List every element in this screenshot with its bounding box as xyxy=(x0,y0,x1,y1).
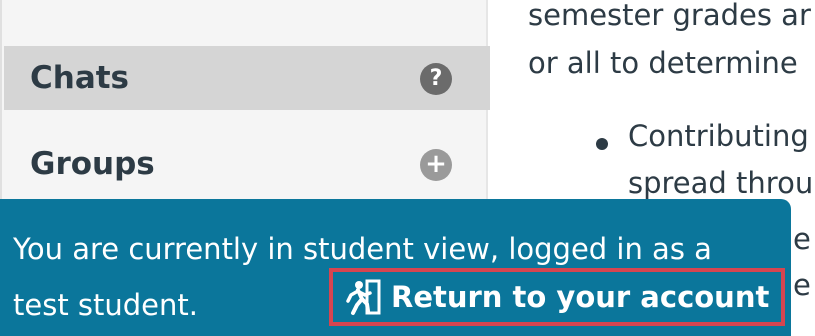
help-icon[interactable]: ? xyxy=(420,63,452,95)
running-person-icon xyxy=(346,279,381,315)
sidebar-item-label: Chats xyxy=(30,60,130,96)
content-text-line: or all to determine xyxy=(528,46,798,80)
sidebar-item-groups[interactable]: Groups + xyxy=(4,132,490,196)
bullet-marker xyxy=(596,138,608,150)
add-icon[interactable]: + xyxy=(420,149,452,181)
bullet-text-line: e xyxy=(793,222,811,256)
screen: Chats ? Groups + semester grades ar or a… xyxy=(0,0,815,336)
sidebar-item-label: Groups xyxy=(30,146,155,182)
bullet-text-line: Contributing xyxy=(628,119,809,153)
content-text-line: semester grades ar xyxy=(528,0,811,32)
sidebar-item-chats[interactable]: Chats ? xyxy=(4,46,490,110)
return-to-account-button[interactable]: Return to your account xyxy=(329,268,785,326)
bullet-text-line: e xyxy=(793,268,811,302)
bullet-text-line: spread throu xyxy=(628,166,814,200)
return-to-account-label: Return to your account xyxy=(391,280,770,314)
student-view-banner: You are currently in student view, logge… xyxy=(0,199,791,336)
